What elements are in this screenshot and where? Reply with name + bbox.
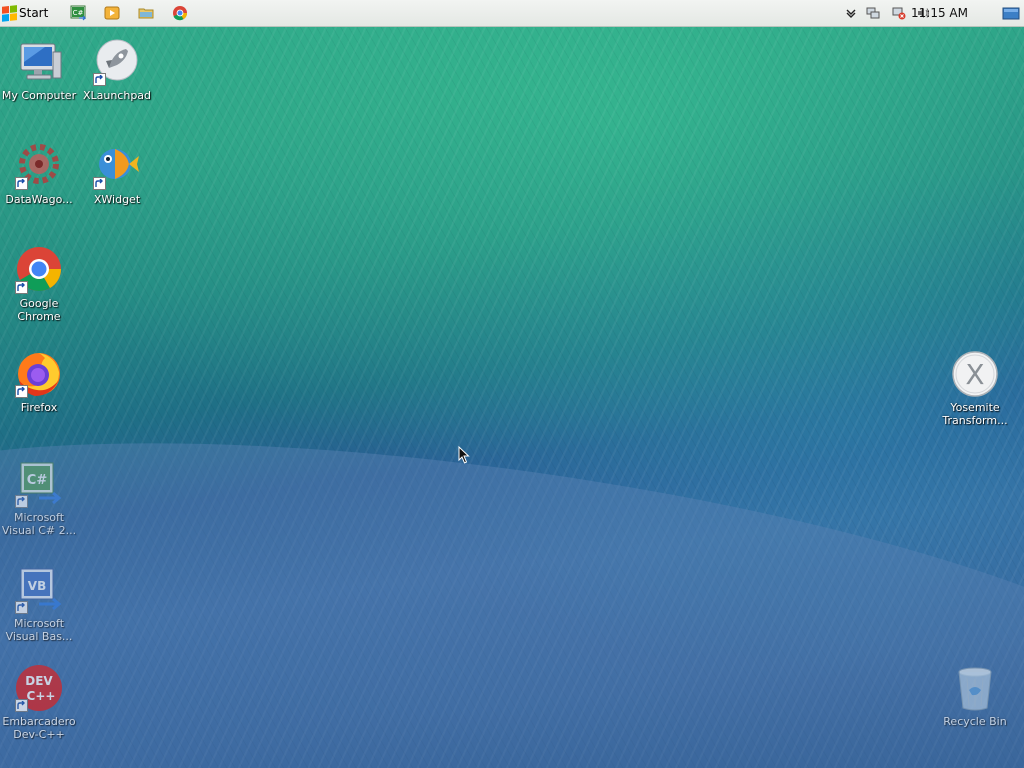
svg-text:C++: C++ (27, 689, 56, 703)
shortcut-arrow-icon (15, 177, 28, 190)
desktop-icon-label: Google Chrome (17, 297, 61, 323)
svg-text:DEV: DEV (25, 674, 53, 688)
svg-text:X: X (965, 358, 984, 391)
desktop-icon-label: DataWago... (5, 193, 73, 206)
desktop-icon-dev-cpp[interactable]: DEV C++ Embarcadero Dev-C++ (0, 664, 78, 741)
desktop-icon-firefox[interactable]: Firefox (0, 350, 78, 414)
computer-icon (20, 43, 62, 80)
desktop-icon-label: Microsoft Visual Bas... (5, 617, 73, 643)
quicklaunch-media-player-icon[interactable] (103, 4, 121, 22)
shortcut-arrow-icon (93, 177, 106, 190)
shortcut-arrow-icon (93, 73, 106, 86)
start-button[interactable]: Start (2, 2, 54, 24)
chevron-down-icon[interactable] (844, 6, 858, 20)
start-label: Start (19, 6, 49, 20)
desktop-icon-label: My Computer (1, 89, 77, 102)
mouse-cursor-icon (458, 446, 470, 464)
desktop-icon-xlaunchpad[interactable]: XLaunchpad (78, 38, 156, 102)
quicklaunch-chrome-icon[interactable] (171, 4, 189, 22)
desktop-icon-label: Yosemite Transform... (942, 401, 1008, 427)
svg-text:C#: C# (27, 473, 48, 488)
desktop-icon-google-chrome[interactable]: Google Chrome (0, 246, 78, 323)
show-desktop-icon[interactable] (1002, 6, 1020, 20)
osx-x-icon: X (952, 351, 998, 397)
network-icon[interactable] (866, 6, 880, 20)
desktop-icon-my-computer[interactable]: My Computer (0, 38, 78, 102)
shortcut-arrow-icon (15, 495, 28, 508)
network-error-icon[interactable] (892, 6, 906, 20)
desktop-icon-label: Embarcadero Dev-C++ (2, 715, 76, 741)
quicklaunch-csharp-icon[interactable]: C# (69, 4, 87, 22)
quicklaunch-folder-icon[interactable] (137, 4, 155, 22)
taskbar-clock[interactable]: 11:15 AM (911, 6, 968, 20)
desktop-icon-recycle-bin[interactable]: Recycle Bin (936, 664, 1014, 728)
desktop-icon-label: XLaunchpad (82, 89, 152, 102)
desktop-icon-visual-csharp[interactable]: C# Microsoft Visual C# 2... (0, 460, 78, 537)
desktop-icon-label: XWidget (93, 193, 141, 206)
desktop-background[interactable]: Start C# 11:15 AM My Computer XLaunchpad… (0, 0, 1024, 768)
shortcut-arrow-icon (15, 385, 28, 398)
shortcut-arrow-icon (15, 699, 28, 712)
desktop-icon-visual-basic[interactable]: VB Microsoft Visual Bas... (0, 566, 78, 643)
desktop-icon-xwidget[interactable]: XWidget (78, 142, 156, 206)
desktop-icon-datawago[interactable]: DataWago... (0, 142, 78, 206)
svg-text:C#: C# (73, 9, 84, 17)
recycle-bin-icon (958, 667, 992, 711)
taskbar: Start C# 11:15 AM (0, 0, 1024, 27)
desktop-icon-label: Firefox (20, 401, 58, 414)
svg-text:VB: VB (28, 579, 46, 593)
desktop-icon-label: Recycle Bin (943, 715, 1007, 728)
shortcut-arrow-icon (15, 601, 28, 614)
desktop-icon-label: Microsoft Visual C# 2... (1, 511, 77, 537)
system-tray: 11:15 AM (844, 0, 1024, 26)
windows-logo-icon (2, 5, 17, 22)
desktop-icon-yosemite-transform[interactable]: X Yosemite Transform... (936, 350, 1014, 427)
shortcut-arrow-icon (15, 281, 28, 294)
